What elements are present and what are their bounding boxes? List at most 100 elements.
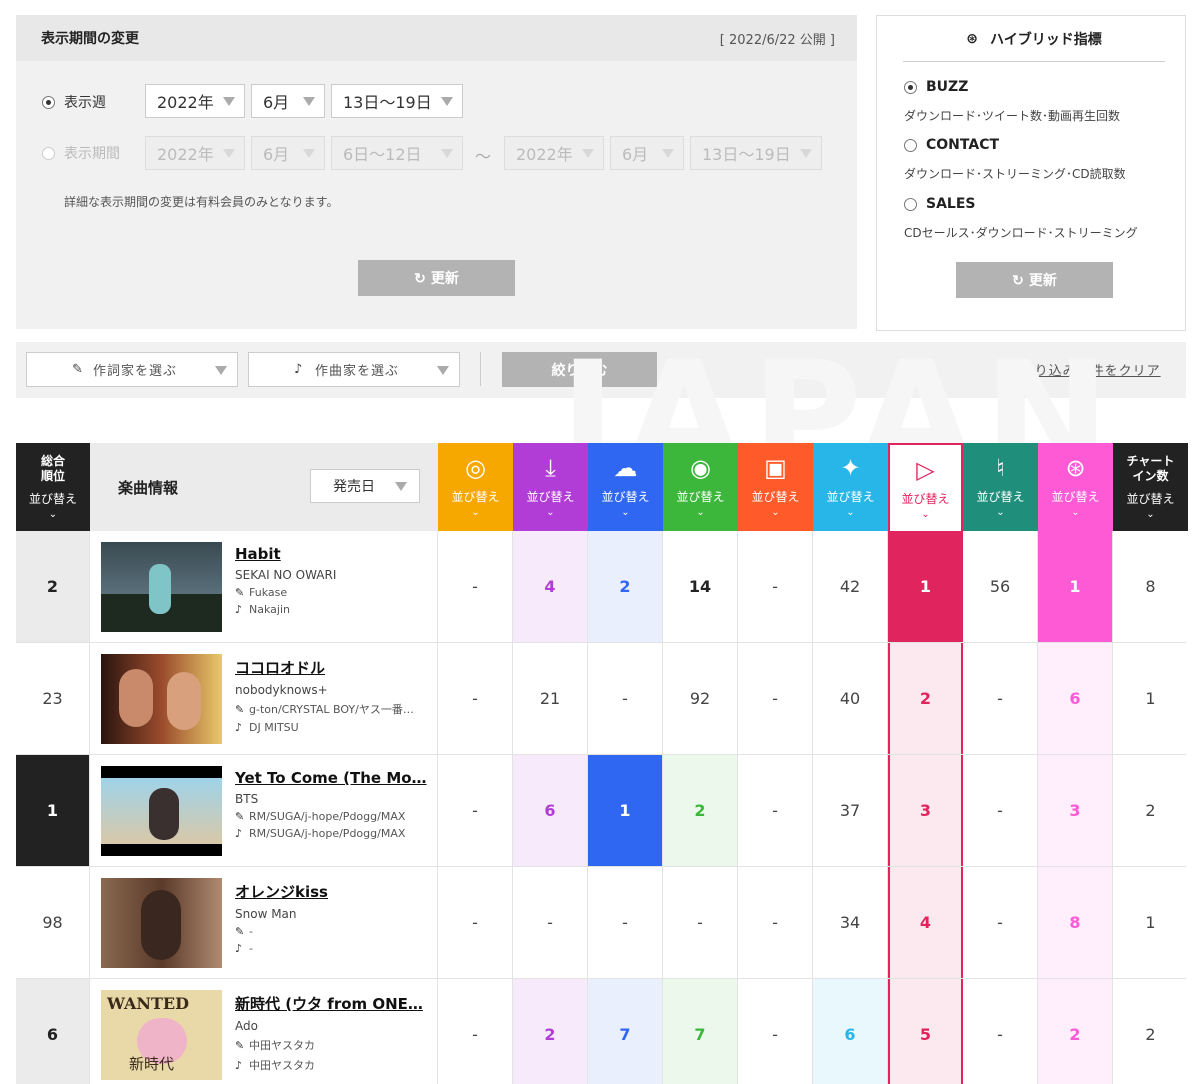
chevron-down-icon: ⌄ [48,509,58,520]
table-row[interactable]: 1 Yet To Come (The Mo… BTS ✎ RM/SUGA/j-hope/… [16,755,1186,867]
composer-label: 作曲家を選ぶ [315,364,400,379]
song-title-link[interactable]: ココロオドル [235,657,430,678]
sales-radio[interactable] [904,197,917,211]
from-month-value: 6月 [263,145,290,164]
from-range-value: 6日〜12日 [343,145,422,164]
radio-icon: ◉ [690,454,711,482]
cd-sales-icon: ◎ [465,454,486,482]
rank-cell: 98 [16,867,90,978]
column-header-streaming[interactable]: ☁ 並び替え ⌄ [588,443,663,531]
song-thumbnail[interactable] [101,654,222,744]
chartin-cell: 1 [1145,913,1156,932]
song-title-link[interactable]: オレンジkiss [235,881,430,902]
week-radio-row[interactable]: 表示週 [42,85,106,119]
to-year-select: 2022年 [504,136,604,170]
range-tilde: 〜 [475,147,492,166]
hybrid-option-sales[interactable]: SALES [904,196,976,212]
song-thumbnail[interactable]: WANTED 新時代 [101,990,222,1080]
chevron-down-icon [437,366,449,375]
column-header-twitter[interactable]: ✦ 並び替え ⌄ [813,443,888,531]
hybrid-update-label: 更新 [1028,272,1057,288]
music-note-icon: ♪ [294,362,303,377]
contact-radio[interactable] [904,138,917,152]
value-cell-streaming: 7 [588,979,663,1084]
range-radio[interactable] [42,146,55,160]
hybrid-option-contact[interactable]: CONTACT [904,137,999,153]
composer-name: 中田ヤスタカ [249,1059,315,1072]
music-note-icon: ♪ [235,827,243,840]
value-cell-hybrid: 3 [1038,755,1113,866]
column-header-karaoke[interactable]: ♮ 並び替え ⌄ [963,443,1038,531]
rank-cell: 6 [16,979,90,1084]
column-header-lookup[interactable]: ▣ 並び替え ⌄ [738,443,813,531]
song-title-link[interactable]: 新時代 (ウタ from ONE… [235,993,430,1014]
column-header-cd[interactable]: ◎ 並び替え ⌄ [438,443,513,531]
hybrid-update-button[interactable]: ↻ 更新 [956,262,1113,298]
to-year-value: 2022年 [516,145,573,164]
buzz-radio[interactable] [904,80,917,94]
lyricist-select[interactable]: ✎ 作詞家を選ぶ [26,352,238,387]
pencil-icon: ✎ [72,362,83,377]
release-date-select[interactable]: 発売日 [310,469,420,503]
table-row[interactable]: 98 オレンジkiss Snow Man ✎ - ♪ - - - - - -34 4-8 1 [16,867,1186,979]
lyricist-name: RM/SUGA/j-hope/Pdogg/MAX [249,810,406,823]
song-thumbnail[interactable] [101,542,222,632]
rank-cell: 1 [16,755,90,866]
column-header-radio[interactable]: ◉ 並び替え ⌄ [663,443,738,531]
week-month-value: 6月 [263,93,290,112]
table-header: 総合 順位 並び替え ⌄ 楽曲情報 発売日 ◎ 並び替え ⌄ ⤓ 並び替え ⌄ ☁ 並び替え ⌄… [16,443,1188,531]
chartin-header[interactable]: チャート イン数 並び替え ⌄ [1113,443,1188,531]
value-cell-radio: 2 [663,755,738,866]
week-year-select[interactable]: 2022年 [145,84,245,118]
value-cell-twitter: 37 [813,755,888,866]
chevron-down-icon: ⌄ [1071,507,1080,518]
artist-name: Ado [235,1019,258,1033]
composer-select[interactable]: ♪ 作曲家を選ぶ [248,352,460,387]
sort-label: 並び替え [451,490,500,504]
value-cell-cd: - [438,755,513,866]
chevron-down-icon [582,149,594,158]
value-cell-hybrid: 1 [1038,531,1113,642]
song-thumbnail[interactable] [101,766,222,856]
week-month-select[interactable]: 6月 [251,84,325,118]
value-cell-youtube: 5 [888,979,963,1084]
week-range-select[interactable]: 13日〜19日 [331,84,463,118]
hybrid-option-buzz[interactable]: BUZZ [904,79,968,95]
song-thumbnail[interactable] [101,878,222,968]
column-header-hybrid[interactable]: ⊛ 並び替え ⌄ [1038,443,1113,531]
week-radio[interactable] [42,95,55,109]
chevron-down-icon [662,149,674,158]
sort-label: 並び替え [901,492,950,506]
range-radio-row[interactable]: 表示期間 [42,136,120,170]
to-range-select: 13日〜19日 [690,136,822,170]
music-note-icon: ♪ [235,1058,243,1072]
hybrid-circles-icon: ⊛ [1065,454,1086,482]
streaming-cloud-icon: ☁ [613,454,638,482]
table-row[interactable]: 2 Habit SEKAI NO OWARI ✎ Fukase ♪ Nakajin -4 2 14… [16,531,1186,643]
value-cell-hybrid: 2 [1038,979,1113,1084]
chartin-cell: 8 [1145,577,1156,596]
composer-name: DJ MITSU [249,721,299,734]
column-header-download[interactable]: ⤓ 並び替え ⌄ [513,443,588,531]
table-row[interactable]: 23 ココロオドル nobodyknows+ ✎ g-ton/CRYSTAL BOY/ヤ… [16,643,1186,755]
song-title-link[interactable]: Habit [235,545,430,563]
value-cell-karaoke: - [963,755,1038,866]
value-cell-youtube: 1 [888,531,963,642]
song-title-link[interactable]: Yet To Come (The Mo… [235,769,430,787]
chevron-down-icon: ⌄ [546,507,555,518]
chartin-cell: 1 [1145,689,1156,708]
to-month-select: 6月 [610,136,684,170]
sort-label: 並び替え [28,492,77,506]
table-row[interactable]: 6 WANTED 新時代 新時代 (ウタ from ONE… Ado ✎ 中田ヤスタカ ♪ 中田… [16,979,1186,1084]
lyricist-credit: ✎ g-ton/CRYSTAL BOY/ヤス一番… [235,701,430,717]
value-cell-youtube: 4 [888,867,963,978]
column-header-youtube[interactable]: ▷ 並び替え ⌄ [888,443,963,531]
period-panel: 表示期間の変更 [ 2022/6/22 公開 ] 表示週 2022年 6月 13… [16,15,857,329]
rank-header[interactable]: 総合 順位 並び替え ⌄ [16,443,90,531]
sales-description: CDセールス･ダウンロード･ストリーミング [904,226,1138,240]
hybrid-title: ハイブリッド指標 [990,31,1102,48]
song-info-cell: オレンジkiss Snow Man ✎ - ♪ - [90,867,438,978]
value-cell-lookup: - [738,755,813,866]
period-update-button[interactable]: ↻ 更新 [358,260,515,296]
lyricist-credit: ✎ 中田ヤスタカ [235,1037,430,1053]
